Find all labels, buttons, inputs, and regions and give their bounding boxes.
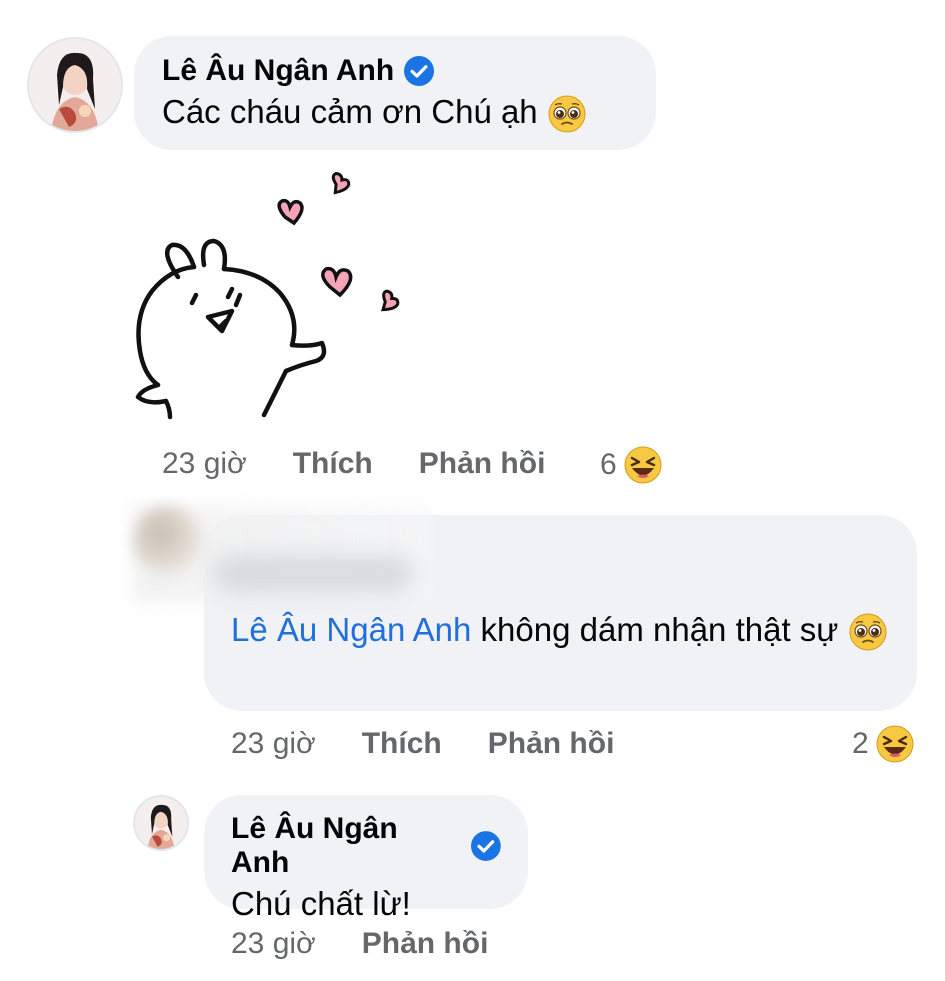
verified-badge-icon bbox=[471, 831, 501, 861]
bunny-sticker[interactable] bbox=[130, 165, 420, 425]
bunny-with-hearts-icon bbox=[135, 172, 400, 420]
comment-text: không dám nhận thật sự bbox=[480, 611, 839, 648]
reaction-count: 6 bbox=[600, 448, 617, 481]
like-button[interactable]: Thích bbox=[362, 727, 442, 761]
comment-actions: 23 giờ Phản hồi bbox=[231, 927, 534, 961]
reply-text-block: Lê Âu Ngân Anh không dám nhận thật sự bbox=[231, 608, 891, 652]
author-name-redacted bbox=[213, 556, 413, 592]
reaction-count: 2 bbox=[852, 727, 869, 760]
laughing-emoji-icon bbox=[876, 725, 914, 763]
reply-button[interactable]: Phản hồi bbox=[362, 927, 489, 961]
pleading-face-icon bbox=[849, 613, 887, 651]
comment-timestamp[interactable]: 23 giờ bbox=[162, 447, 247, 481]
reply-button[interactable]: Phản hồi bbox=[419, 447, 546, 481]
comment-text: Chú chất lừ! bbox=[231, 885, 411, 922]
reply-button[interactable]: Phản hồi bbox=[488, 727, 615, 761]
comment-actions: 23 giờ Thích Phản hồi bbox=[162, 447, 591, 481]
author-avatar[interactable] bbox=[27, 37, 123, 133]
avatar-photo-icon bbox=[135, 797, 187, 849]
comment-actions: 23 giờ Thích Phản hồi bbox=[231, 727, 660, 761]
comment-bubble: Lê Âu Ngân Anh Chú chất lừ! bbox=[204, 795, 528, 922]
comment-author[interactable]: Lê Âu Ngân Anh bbox=[162, 54, 435, 88]
comment-timestamp[interactable]: 23 giờ bbox=[231, 727, 316, 761]
author-avatar-redacted bbox=[133, 506, 201, 574]
pleading-face-icon bbox=[548, 95, 586, 133]
reaction-summary[interactable]: 2 bbox=[852, 724, 915, 764]
reaction-summary[interactable]: 6 bbox=[600, 445, 663, 485]
avatar-photo-icon bbox=[29, 39, 121, 131]
laughing-emoji-icon bbox=[624, 446, 662, 484]
verified-badge-icon bbox=[404, 56, 435, 86]
comment-timestamp[interactable]: 23 giờ bbox=[231, 927, 316, 961]
mention-link[interactable]: Lê Âu Ngân Anh bbox=[231, 611, 471, 648]
like-button[interactable]: Thích bbox=[293, 447, 373, 481]
comment-bubble: Lê Âu Ngân Anh Các cháu cảm ơn Chú ạh bbox=[134, 36, 656, 150]
author-name[interactable]: Lê Âu Ngân Anh bbox=[231, 812, 461, 880]
comment-author[interactable]: Lê Âu Ngân Anh bbox=[231, 812, 501, 880]
author-avatar[interactable] bbox=[133, 795, 189, 851]
comment-text: Các cháu cảm ơn Chú ạh bbox=[162, 93, 538, 130]
author-name[interactable]: Lê Âu Ngân Anh bbox=[162, 54, 394, 88]
